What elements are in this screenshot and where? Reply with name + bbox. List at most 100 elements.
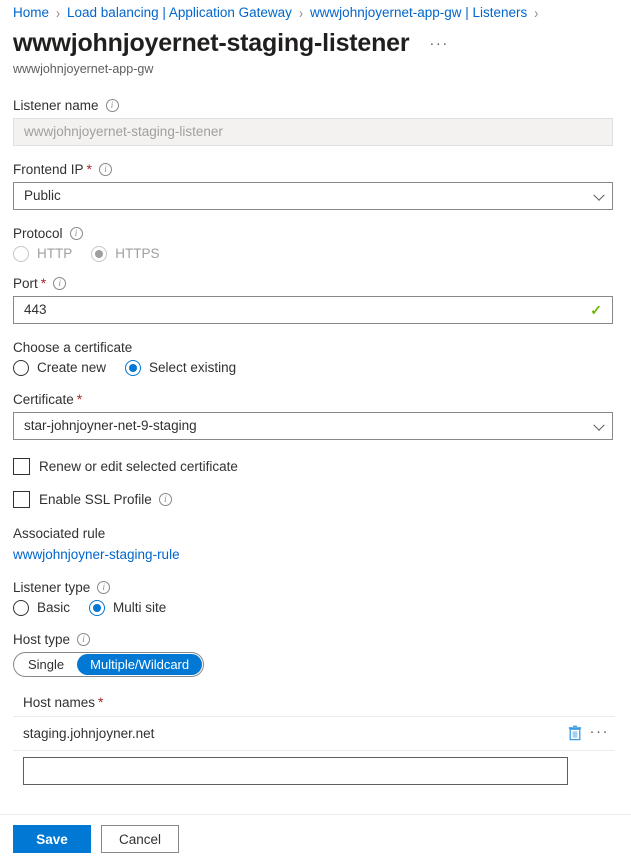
field-port: Port * i 443 ✓: [13, 276, 615, 324]
certificate-select-existing-label: Select existing: [149, 360, 236, 375]
listener-type-label-row: Listener type i: [13, 580, 615, 595]
breadcrumb-separator: ›: [56, 4, 60, 22]
enable-ssl-profile-label: Enable SSL Profile: [39, 492, 152, 507]
required-asterisk: *: [87, 162, 92, 176]
row-more-options-icon[interactable]: ···: [590, 724, 610, 743]
host-names-table: staging.johnjoyner.net ···: [13, 716, 615, 785]
listener-type-multi-site-label: Multi site: [113, 600, 166, 615]
certificate-value: star-johnjoyner-net-9-staging: [24, 418, 197, 433]
page-subtitle: wwwjohnjoyernet-app-gw: [0, 58, 631, 76]
frontend-ip-value: Public: [24, 188, 61, 203]
field-protocol: Protocol i HTTP HTTPS: [13, 226, 615, 262]
required-asterisk: *: [98, 695, 103, 709]
required-asterisk: *: [41, 276, 46, 290]
info-icon[interactable]: i: [77, 633, 90, 646]
breadcrumb-separator: ›: [299, 4, 303, 22]
protocol-radio-https: HTTPS: [91, 246, 159, 262]
field-choose-certificate: Choose a certificate Create new Select e…: [13, 340, 615, 376]
listener-name-label: Listener name: [13, 98, 99, 113]
protocol-http-label: HTTP: [37, 246, 72, 261]
associated-rule-link[interactable]: wwwjohnjoyner-staging-rule: [13, 547, 180, 562]
listener-type-label: Listener type: [13, 580, 90, 595]
choose-certificate-label: Choose a certificate: [13, 340, 132, 355]
table-row: staging.johnjoyner.net ···: [13, 717, 615, 751]
save-button[interactable]: Save: [13, 825, 91, 853]
info-icon[interactable]: i: [53, 277, 66, 290]
host-names-label-row: Host names *: [13, 695, 615, 710]
field-host-type: Host type i Single Multiple/Wildcard: [13, 632, 615, 677]
protocol-label: Protocol: [13, 226, 63, 241]
renew-certificate-checkbox[interactable]: Renew or edit selected certificate: [13, 458, 615, 475]
required-asterisk: *: [77, 392, 82, 406]
listener-name-value: wwwjohnjoyernet-staging-listener: [24, 119, 223, 145]
protocol-https-label: HTTPS: [115, 246, 159, 261]
frontend-ip-label-row: Frontend IP * i: [13, 162, 615, 177]
certificate-create-new-label: Create new: [37, 360, 106, 375]
certificate-radio-create-new[interactable]: Create new: [13, 360, 106, 376]
listener-configuration-page: Home › Load balancing | Application Gate…: [0, 0, 631, 864]
host-type-option-multiple-wildcard[interactable]: Multiple/Wildcard: [77, 654, 202, 675]
info-icon[interactable]: i: [106, 99, 119, 112]
breadcrumb-separator: ›: [534, 4, 538, 22]
info-icon[interactable]: i: [159, 493, 172, 506]
breadcrumb-item-load-balancing[interactable]: Load balancing | Application Gateway: [67, 5, 292, 20]
breadcrumb-item-home[interactable]: Home: [13, 5, 49, 20]
info-icon[interactable]: i: [70, 227, 83, 240]
radio-indicator: [13, 246, 29, 262]
listener-type-radio-basic[interactable]: Basic: [13, 600, 70, 616]
port-label-row: Port * i: [13, 276, 615, 291]
associated-rule-label: Associated rule: [13, 526, 105, 541]
listener-name-input[interactable]: wwwjohnjoyernet-staging-listener: [13, 118, 613, 146]
frontend-ip-label: Frontend IP: [13, 162, 84, 177]
listener-type-radio-multi-site[interactable]: Multi site: [89, 600, 166, 616]
host-type-toggle: Single Multiple/Wildcard: [13, 652, 204, 677]
field-associated-rule: Associated rule wwwjohnjoyner-staging-ru…: [13, 526, 615, 564]
host-name-value: staging.johnjoyner.net: [23, 726, 154, 741]
certificate-label: Certificate: [13, 392, 74, 407]
chevron-down-icon: [593, 419, 604, 430]
delete-icon[interactable]: [568, 725, 582, 741]
radio-indicator: [13, 360, 29, 376]
breadcrumb-item-app-gateway-listeners[interactable]: wwwjohnjoyernet-app-gw | Listeners: [310, 5, 527, 20]
radio-indicator: [89, 600, 105, 616]
field-certificate: Certificate * star-johnjoyner-net-9-stag…: [13, 392, 615, 440]
host-type-label: Host type: [13, 632, 70, 647]
field-listener-name: Listener name i wwwjohnjoyernet-staging-…: [13, 98, 615, 146]
port-value: 443: [24, 297, 47, 323]
enable-ssl-profile-checkbox[interactable]: Enable SSL Profile i: [13, 491, 615, 508]
certificate-radio-select-existing[interactable]: Select existing: [125, 360, 236, 376]
listener-type-basic-label: Basic: [37, 600, 70, 615]
port-input[interactable]: 443 ✓: [13, 296, 613, 324]
listener-name-label-row: Listener name i: [13, 98, 615, 113]
host-name-new-input[interactable]: [23, 757, 568, 785]
associated-rule-label-row: Associated rule: [13, 526, 615, 541]
radio-indicator: [13, 600, 29, 616]
more-options-button[interactable]: ···: [425, 33, 453, 54]
page-title-row: wwwjohnjoyernet-staging-listener ···: [0, 20, 631, 58]
page-title: wwwjohnjoyernet-staging-listener: [13, 29, 409, 58]
host-type-label-row: Host type i: [13, 632, 615, 647]
info-icon[interactable]: i: [97, 581, 110, 594]
port-label: Port: [13, 276, 38, 291]
certificate-select[interactable]: star-johnjoyner-net-9-staging: [13, 412, 613, 440]
field-host-names: Host names * staging.johnjoyner.net: [13, 695, 615, 785]
choose-certificate-label-row: Choose a certificate: [13, 340, 615, 355]
frontend-ip-select[interactable]: Public: [13, 182, 613, 210]
protocol-label-row: Protocol i: [13, 226, 615, 241]
protocol-radio-http: HTTP: [13, 246, 72, 262]
info-icon[interactable]: i: [99, 163, 112, 176]
renew-certificate-label: Renew or edit selected certificate: [39, 459, 238, 474]
checkbox-indicator: [13, 491, 30, 508]
radio-indicator: [125, 360, 141, 376]
field-frontend-ip: Frontend IP * i Public: [13, 162, 615, 210]
chevron-down-icon: [593, 189, 604, 200]
field-listener-type: Listener type i Basic Multi site: [13, 580, 615, 616]
listener-type-radio-group: Basic Multi site: [13, 600, 615, 616]
cancel-button[interactable]: Cancel: [101, 825, 179, 853]
listener-form: Listener name i wwwjohnjoyernet-staging-…: [0, 98, 631, 785]
breadcrumb: Home › Load balancing | Application Gate…: [0, 0, 631, 20]
valid-check-icon: ✓: [590, 297, 602, 323]
choose-certificate-radio-group: Create new Select existing: [13, 360, 615, 376]
host-type-option-single[interactable]: Single: [15, 654, 77, 675]
host-row-actions: ···: [568, 724, 610, 743]
